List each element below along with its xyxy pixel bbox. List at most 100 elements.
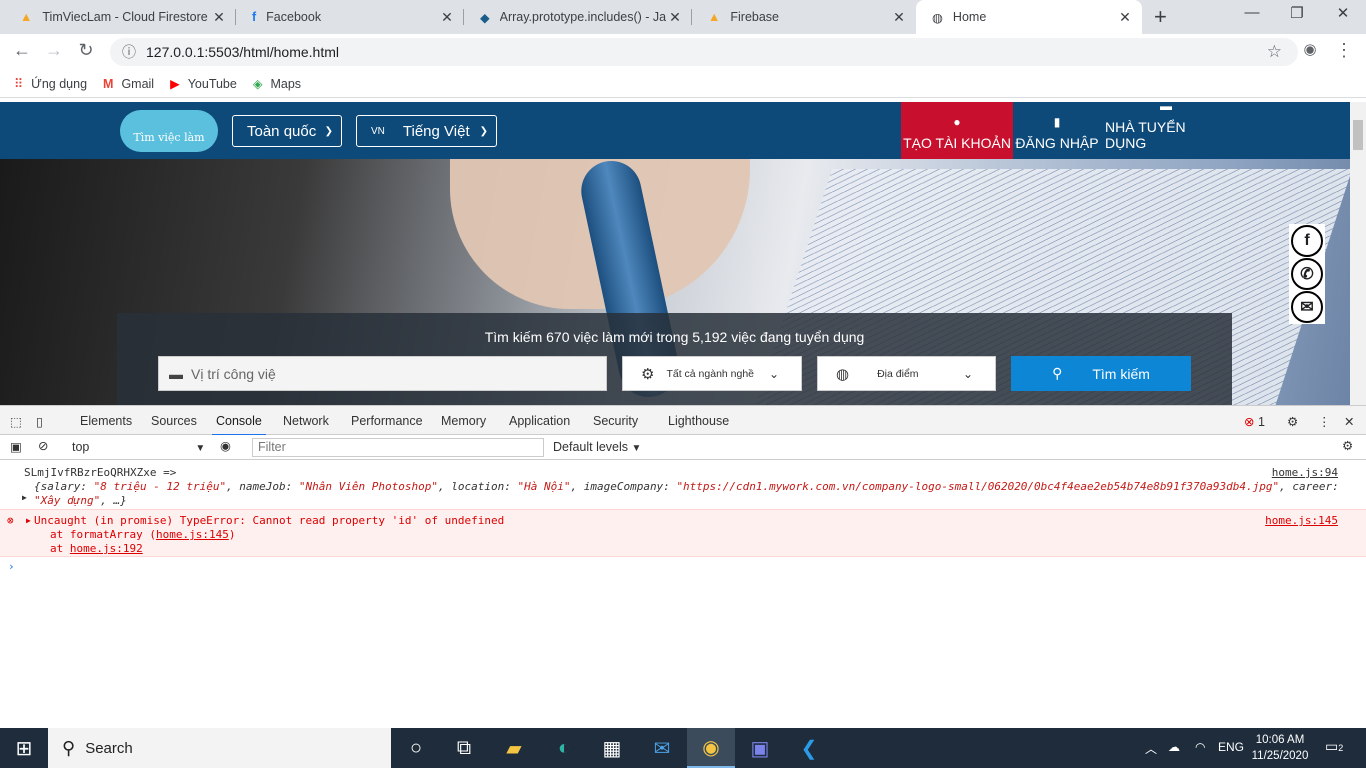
clear-console-icon[interactable]: ⊘: [38, 438, 48, 453]
taskbar-search[interactable]: ⚲ Search: [48, 728, 391, 768]
close-devtools-icon[interactable]: ✕: [1344, 414, 1354, 429]
edge-icon[interactable]: ◐: [540, 728, 588, 768]
page-scrollbar[interactable]: [1350, 102, 1366, 405]
nav-login[interactable]: ▮ ĐĂNG NHẬP: [1015, 102, 1099, 159]
mail-icon[interactable]: ✉: [638, 728, 686, 768]
tab-network[interactable]: Network: [283, 414, 329, 428]
tab-memory[interactable]: Memory: [441, 414, 486, 428]
gmail-icon: M: [103, 76, 114, 91]
inspect-icon[interactable]: ⬚: [10, 414, 22, 429]
firebase-icon: ▲: [20, 10, 33, 24]
bookmark-gmail[interactable]: M Gmail: [103, 77, 154, 91]
cortana-icon[interactable]: ○: [392, 728, 440, 768]
task-view-icon[interactable]: ⧉: [440, 728, 488, 768]
bookmark-apps[interactable]: ⠿ Ứng dụng: [14, 76, 87, 92]
nav-create-account[interactable]: ● TẠO TÀI KHOẢN: [901, 102, 1013, 159]
back-icon[interactable]: ←: [10, 40, 34, 61]
url-text: 127.0.0.1:5503/html/home.html: [146, 44, 340, 60]
stack-link[interactable]: home.js:145: [156, 528, 229, 541]
close-icon[interactable]: ✕: [1116, 9, 1134, 26]
scrollbar-thumb[interactable]: [1353, 120, 1363, 150]
mail-icon[interactable]: ✉: [1291, 291, 1323, 323]
close-icon[interactable]: ✕: [666, 9, 684, 26]
context-select[interactable]: top ▼: [72, 440, 205, 454]
expand-triangle-icon[interactable]: ▶: [26, 516, 31, 525]
nav-label: ĐĂNG NHẬP: [1015, 135, 1099, 151]
error-message: Uncaught (in promise) TypeError: Cannot …: [34, 514, 505, 527]
device-toggle-icon[interactable]: ▯: [36, 414, 43, 429]
location-select[interactable]: ◍ Địa điểm ⌄: [817, 356, 996, 391]
window-close-icon[interactable]: ✕: [1320, 4, 1366, 22]
facebook-icon[interactable]: f: [1291, 225, 1323, 257]
tray-chevron-icon[interactable]: ︿: [1145, 740, 1157, 757]
forward-icon[interactable]: →: [42, 40, 66, 61]
bookmark-star-icon[interactable]: ☆: [1267, 42, 1282, 62]
close-icon[interactable]: ✕: [438, 9, 456, 26]
tab-performance[interactable]: Performance: [351, 414, 423, 428]
more-menu-icon[interactable]: ⋮: [1318, 414, 1331, 429]
bookmark-youtube[interactable]: ▶ YouTube: [170, 76, 237, 92]
console-settings-icon[interactable]: ⚙: [1342, 438, 1353, 453]
teams-icon[interactable]: ▣: [736, 728, 784, 768]
wifi-icon[interactable]: ◠: [1195, 740, 1205, 754]
console-filter-input[interactable]: Filter: [252, 438, 544, 457]
system-clock[interactable]: 10:06 AM 11/25/2020: [1250, 732, 1310, 764]
close-icon[interactable]: ✕: [890, 9, 908, 26]
tab-elements[interactable]: Elements: [80, 414, 132, 428]
stack-link[interactable]: home.js:192: [70, 542, 143, 555]
reload-icon[interactable]: ↻: [74, 40, 98, 61]
category-select[interactable]: ⚙ Tất cả ngành nghề ⌄: [622, 356, 802, 391]
onedrive-icon[interactable]: ☁: [1168, 740, 1180, 754]
expand-triangle-icon[interactable]: ▶: [22, 491, 27, 505]
settings-gear-icon[interactable]: ⚙: [1287, 414, 1298, 429]
site-logo[interactable]: Tìm việc làm: [120, 110, 218, 152]
briefcase-icon: ▬: [1160, 102, 1172, 113]
input-language[interactable]: ENG: [1218, 740, 1244, 754]
windows-start-icon[interactable]: ⊞: [0, 728, 48, 768]
stack-text: ): [228, 528, 236, 541]
console-error: ⊗ ▶ Uncaught (in promise) TypeError: Can…: [0, 509, 1366, 557]
tab-lighthouse[interactable]: Lighthouse: [668, 414, 729, 428]
region-select[interactable]: Toàn quốc ❯: [232, 115, 342, 147]
error-source-link[interactable]: home.js:145: [1265, 514, 1338, 527]
bookmark-maps[interactable]: ◈ Maps: [253, 76, 301, 92]
phone-icon[interactable]: ✆: [1291, 258, 1323, 290]
tab-console[interactable]: Console: [212, 414, 266, 436]
language-select[interactable]: VN Tiếng Việt ❯: [356, 115, 497, 147]
tab-firestore[interactable]: ▲ TimViecLam - Cloud Firestore - ✕: [4, 0, 236, 34]
search-button[interactable]: ⚲ Tìm kiếm: [1011, 356, 1191, 391]
tab-facebook[interactable]: f Facebook ✕: [236, 0, 464, 34]
eye-icon[interactable]: ◉: [220, 438, 231, 453]
minimize-icon[interactable]: —: [1229, 4, 1275, 21]
tab-sources[interactable]: Sources: [151, 414, 197, 428]
address-bar[interactable]: ⓘ 127.0.0.1:5503/html/home.html ☆: [110, 38, 1298, 66]
error-count-badge[interactable]: ⊗ 1: [1244, 414, 1265, 429]
store-icon[interactable]: ▦: [588, 728, 636, 768]
file-explorer-icon[interactable]: ▰: [490, 728, 538, 768]
tab-application[interactable]: Application: [509, 414, 570, 428]
profile-avatar[interactable]: ◉: [1298, 40, 1322, 58]
log-levels-select[interactable]: Default levels ▼: [553, 440, 641, 454]
close-icon[interactable]: ✕: [210, 9, 228, 26]
maximize-icon[interactable]: ❐: [1274, 4, 1320, 22]
chrome-icon[interactable]: ◉: [687, 728, 735, 768]
nav-employer[interactable]: ▬ NHÀ TUYỂN DỤNG: [1105, 102, 1227, 159]
new-tab-icon[interactable]: +: [1154, 5, 1167, 29]
menu-icon[interactable]: ⋮: [1332, 40, 1356, 61]
clock-time: 10:06 AM: [1255, 734, 1305, 746]
tab-firebase[interactable]: ▲ Firebase ✕: [692, 0, 916, 34]
console-prompt-icon[interactable]: ›: [8, 560, 15, 573]
page-viewport: Tìm việc làm Toàn quốc ❯ VN Tiếng Việt ❯…: [0, 102, 1350, 405]
log-object[interactable]: ▶ {salary: "8 triệu - 12 triệu", nameJob…: [22, 480, 1344, 508]
tab-security[interactable]: Security: [593, 414, 638, 428]
log-source-link[interactable]: home.js:94: [1272, 466, 1338, 479]
stack-text: at: [50, 542, 70, 555]
info-icon[interactable]: ⓘ: [122, 42, 136, 62]
sidebar-toggle-icon[interactable]: ▣: [10, 439, 22, 454]
vscode-icon[interactable]: ❮: [785, 728, 833, 768]
job-position-input[interactable]: ▬ Vị trí công việ: [158, 356, 607, 391]
tab-mdn[interactable]: ◆ Array.prototype.includes() - Jav ✕: [464, 0, 692, 34]
notification-icon[interactable]: ▭2: [1325, 738, 1343, 755]
tab-home[interactable]: ◍ Home ✕: [916, 0, 1142, 34]
log-message: SLmjIvfRBzrEoQRHXZxe =>: [24, 466, 177, 479]
